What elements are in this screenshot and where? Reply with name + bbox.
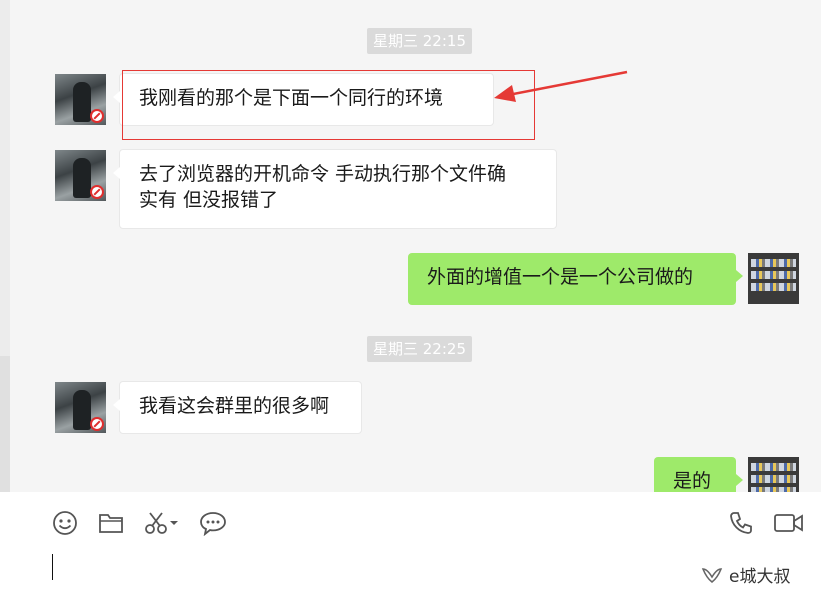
message-text: 是的: [673, 470, 712, 492]
chat-clip: 是的: [0, 0, 821, 492]
phone-icon[interactable]: [726, 508, 756, 538]
scissors-icon[interactable]: [142, 508, 182, 538]
text-caret: [52, 554, 53, 580]
message-bubble-outgoing[interactable]: 是的: [654, 457, 743, 492]
avatar-thumb-row: [751, 463, 796, 471]
video-camera-icon[interactable]: [772, 508, 806, 538]
wechat-channel-icon: [701, 567, 723, 583]
avatar-thumb-row: [751, 475, 796, 483]
watermark: e城大叔: [700, 562, 790, 587]
folder-icon[interactable]: [96, 508, 126, 538]
watermark-text: e城大叔: [729, 567, 791, 587]
self-avatar[interactable]: [748, 457, 799, 492]
chat-bubble-icon[interactable]: [198, 508, 228, 538]
emoji-icon[interactable]: [50, 508, 80, 538]
message-input-area[interactable]: e城大叔: [10, 492, 821, 612]
